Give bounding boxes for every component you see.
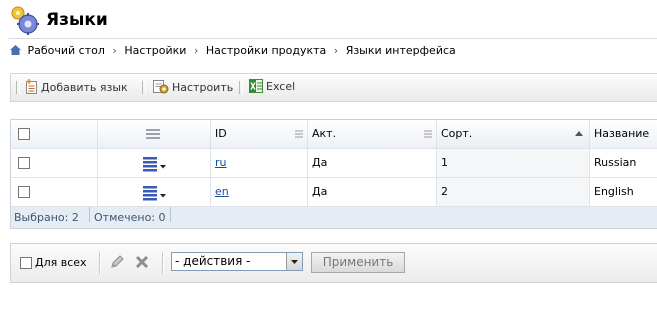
- toolbar-grip: [239, 81, 243, 94]
- header-id[interactable]: ID: [211, 120, 308, 148]
- gear-icon: [8, 4, 40, 36]
- add-language-button[interactable]: Добавить язык: [25, 79, 128, 95]
- column-resize-icon[interactable]: [424, 130, 432, 138]
- table-header-row: ID Акт. Сорт. Название: [11, 120, 657, 149]
- breadcrumb-separator: ›: [333, 44, 339, 57]
- sort-ascending-icon: [575, 131, 583, 136]
- name-cell: English: [594, 185, 634, 198]
- active-cell: Да: [308, 178, 437, 206]
- excel-icon: [249, 79, 263, 93]
- header-sort-label: Сорт.: [441, 127, 473, 140]
- column-menu-icon[interactable]: [146, 128, 160, 140]
- header-sort[interactable]: Сорт.: [437, 120, 590, 148]
- sort-cell: 2: [437, 178, 590, 206]
- page-header: Языки: [8, 4, 657, 36]
- name-cell: Russian: [594, 156, 637, 169]
- row-actions-menu-icon[interactable]: [143, 185, 167, 201]
- header-name-label: Название: [594, 127, 650, 140]
- action-bar-divider: [162, 252, 164, 274]
- row-actions-menu-icon[interactable]: [143, 156, 167, 172]
- page-title: Языки: [46, 10, 108, 30]
- row-checkbox[interactable]: [18, 186, 30, 198]
- actions-select[interactable]: - действия -: [171, 252, 303, 271]
- delete-icon[interactable]: [135, 255, 149, 272]
- chevron-down-icon[interactable]: [286, 253, 302, 270]
- breadcrumb-separator: ›: [193, 44, 199, 57]
- for-all-label: Для всех: [35, 256, 87, 269]
- column-resize-icon[interactable]: [295, 130, 303, 138]
- pencil-icon[interactable]: [109, 254, 125, 273]
- header-active-label: Акт.: [312, 127, 337, 140]
- header-active[interactable]: Акт.: [308, 120, 437, 148]
- actions-select-value: - действия -: [175, 254, 251, 268]
- active-cell: Да: [308, 149, 437, 177]
- header-divider: [8, 38, 657, 39]
- breadcrumb: Рабочий стол › Настройки › Настройки про…: [10, 44, 456, 58]
- table-row[interactable]: en Да 2 English: [11, 178, 657, 207]
- settings-icon: [153, 80, 169, 94]
- add-document-icon: [26, 79, 37, 94]
- footer-divider: [170, 207, 171, 222]
- breadcrumb-item-settings[interactable]: Настройки: [124, 44, 186, 57]
- action-bar-divider: [99, 252, 101, 274]
- settings-button[interactable]: Настроить: [153, 79, 233, 95]
- checked-count: Отмечено: 0: [94, 211, 166, 224]
- add-language-label: Добавить язык: [41, 81, 128, 94]
- header-checkbox-cell: [11, 120, 98, 148]
- home-icon[interactable]: [10, 45, 21, 58]
- apply-button[interactable]: Применить: [311, 252, 405, 273]
- settings-label: Настроить: [172, 81, 234, 94]
- footer-divider: [89, 207, 90, 222]
- table-row[interactable]: ru Да 1 Russian: [11, 149, 657, 178]
- header-actions-cell: [98, 120, 211, 148]
- toolbar: Добавить язык Настроить Excel: [10, 73, 657, 102]
- for-all-toggle[interactable]: Для всех: [20, 244, 87, 282]
- breadcrumb-item-desktop[interactable]: Рабочий стол: [28, 44, 105, 57]
- language-id-link[interactable]: ru: [215, 156, 227, 169]
- excel-export-button[interactable]: Excel: [249, 79, 295, 95]
- breadcrumb-item-interface-languages: Языки интерфейса: [345, 44, 456, 57]
- toolbar-grip: [16, 81, 20, 94]
- header-name[interactable]: Название: [590, 120, 657, 148]
- selected-count: Выбрано: 2: [14, 211, 79, 224]
- language-id-link[interactable]: en: [215, 185, 229, 198]
- breadcrumb-separator: ›: [112, 44, 117, 57]
- excel-label: Excel: [266, 80, 296, 93]
- group-action-bar: Для всех - действия - Применить: [10, 243, 657, 283]
- toolbar-grip: [142, 81, 146, 94]
- header-id-label: ID: [215, 127, 227, 140]
- table-footer: Выбрано: 2 Отмечено: 0: [11, 207, 657, 229]
- select-all-checkbox[interactable]: [18, 128, 30, 140]
- breadcrumb-item-product-settings[interactable]: Настройки продукта: [206, 44, 326, 57]
- sort-cell: 1: [437, 149, 590, 177]
- row-checkbox[interactable]: [18, 157, 30, 169]
- languages-table: ID Акт. Сорт. Название ru Да 1 Russian e…: [10, 119, 657, 229]
- for-all-checkbox[interactable]: [20, 257, 32, 269]
